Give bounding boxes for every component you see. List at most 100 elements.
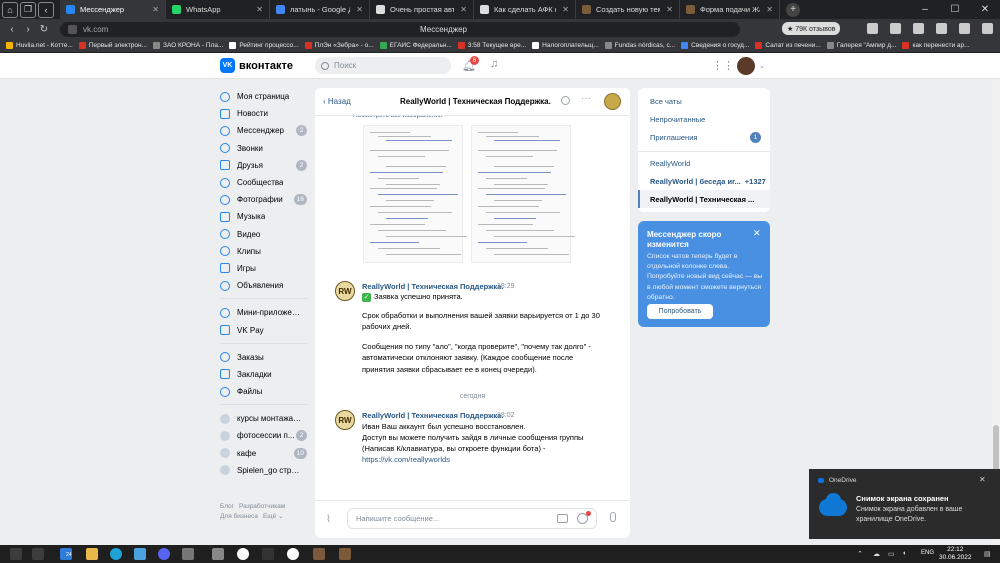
apps-grid-icon[interactable]: ⋮⋮ (712, 59, 734, 72)
nav-item[interactable]: Музыка (220, 208, 310, 225)
browser-tab[interactable]: WhatsApp ✕ (166, 0, 270, 19)
language-indicator[interactable]: ENG (921, 550, 934, 556)
browser-tab[interactable]: Очень простая автомати✕ (370, 0, 474, 19)
onedrive-tray-icon[interactable]: ☁ (873, 550, 880, 558)
bookmark-item[interactable]: Налогоплательщ... (532, 42, 599, 49)
filter-unread[interactable]: Непрочитанные (638, 110, 770, 128)
chevron-down-icon[interactable]: ⌄ (759, 62, 765, 70)
clock[interactable]: 22:12 30.06.2022 (939, 546, 972, 562)
yandex-browser-icon[interactable] (237, 548, 249, 560)
message-avatar[interactable]: RW (335, 410, 355, 430)
bookmark-item[interactable]: ЗАО КРОНА - Пла... (153, 42, 223, 49)
app-icon[interactable] (182, 548, 194, 560)
notifications-icon[interactable]: ▤ (984, 550, 991, 558)
nav-group-item[interactable]: кафе 10 (220, 445, 310, 462)
window-icon[interactable]: ⌂ (2, 1, 18, 18)
nav-item[interactable]: Объявления (220, 277, 310, 294)
browser-tab[interactable]: Форма подачи Жалобы н✕ (680, 0, 780, 19)
chat-title[interactable]: ReallyWorld | Техническая Поддержка. (400, 97, 551, 106)
bookmark-item[interactable]: Рейтинг процессо... (229, 42, 299, 49)
try-button[interactable]: Попробовать (647, 304, 713, 319)
app-icon[interactable] (134, 548, 146, 560)
browser-tab[interactable]: Мессенджер ✕ (60, 0, 166, 19)
chat-avatar[interactable] (604, 93, 621, 110)
new-tab-button[interactable]: + (786, 2, 800, 17)
nav-group-item[interactable]: Spielen_go стрим... (220, 462, 310, 479)
close-tab-icon[interactable]: ✕ (454, 5, 467, 14)
reviews-badge[interactable]: ★ 79К отзывов (782, 22, 841, 35)
yandex-browser-icon[interactable] (287, 548, 299, 560)
extension-icon[interactable] (936, 23, 947, 34)
bookmark-item[interactable]: ПлЭн «Зебра» - о... (304, 42, 374, 49)
back-icon[interactable]: ‹ (38, 1, 54, 18)
footer-link-more[interactable]: Ещё ⌄ (263, 513, 284, 520)
reload-icon[interactable]: ↻ (36, 24, 52, 35)
search-icon[interactable] (561, 96, 570, 105)
document-image-attachment[interactable] (363, 125, 575, 265)
onedrive-toast[interactable]: OneDrive ✕ Снимок экрана сохранен Снимок… (809, 469, 1000, 539)
nav-item[interactable]: Моя страница (220, 88, 310, 105)
nav-item[interactable]: Видео (220, 226, 310, 243)
nav-item[interactable]: Закладки (220, 366, 310, 383)
forward-arrow-icon[interactable]: › (20, 24, 36, 35)
more-icon[interactable]: ··· (581, 93, 591, 104)
bookmark-item[interactable]: Huvila.net - Котте... (6, 42, 73, 49)
close-icon[interactable]: ✕ (753, 228, 761, 239)
nav-item[interactable]: Фотографии 16 (220, 191, 310, 208)
browser-tab[interactable]: латынь - Google Докумен✕ (270, 0, 370, 19)
nav-item[interactable]: Клипы (220, 243, 310, 260)
maximize-icon[interactable]: ☐ (940, 4, 970, 15)
message-time[interactable]: 18:02 (497, 412, 515, 419)
nav-item[interactable]: Сообщества (220, 174, 310, 191)
convo-item[interactable]: ReallyWorld (638, 154, 770, 172)
extension-icon[interactable] (867, 23, 878, 34)
close-tab-icon[interactable]: ✕ (350, 5, 363, 14)
vk-search-input[interactable]: Поиск (315, 57, 451, 74)
nav-item[interactable]: Мини-приложения (220, 304, 310, 321)
message-author[interactable]: ReallyWorld | Техническая Поддержка. (362, 282, 503, 291)
nav-group-item[interactable]: фотосессии п... 2 (220, 427, 310, 444)
back-arrow-icon[interactable]: ‹ (4, 24, 20, 35)
attach-icon[interactable]: ⌇ (326, 514, 331, 525)
bookmark-item[interactable]: Первый электрон... (78, 42, 147, 49)
nav-item[interactable]: Звонки (220, 140, 310, 157)
footer-link-business[interactable]: Для бизнеса (220, 513, 258, 520)
nav-item[interactable]: Игры (220, 260, 310, 277)
filter-all-chats[interactable]: Все чаты (638, 92, 770, 110)
nav-item[interactable]: Файлы (220, 383, 310, 400)
nav-item[interactable]: Новости (220, 105, 310, 122)
convo-item[interactable]: ReallyWorld | беседа иг... +1327 (638, 172, 770, 190)
camera-icon[interactable] (557, 514, 568, 523)
tabs-overview-icon[interactable]: ❐ (20, 1, 36, 18)
chevron-up-icon[interactable]: ⌃ (857, 550, 863, 558)
task-view-icon[interactable] (32, 548, 44, 560)
back-button[interactable]: ‹ Назад (323, 97, 351, 106)
extension-icon[interactable] (890, 23, 901, 34)
footer-link-devs[interactable]: Разработчикам (239, 503, 285, 510)
close-tab-icon[interactable]: ✕ (760, 5, 773, 14)
browser-tab[interactable]: Создать новую тему - Re✕ (576, 0, 680, 19)
app-icon[interactable] (262, 548, 274, 560)
nav-group-item[interactable]: курсы монтажа о ... (220, 410, 310, 427)
settings-icon[interactable] (212, 548, 224, 560)
message-avatar[interactable]: RW (335, 281, 355, 301)
close-window-icon[interactable]: ✕ (970, 4, 1000, 15)
bookmark-item[interactable]: Fundas nórdicas, c... (604, 42, 675, 49)
vk-logo[interactable]: VK вконтакте (220, 58, 293, 73)
file-explorer-icon[interactable] (86, 548, 98, 560)
bookmark-item[interactable]: как перенести ар... (902, 42, 970, 49)
filter-invites[interactable]: Приглашения 1 (638, 128, 770, 146)
close-tab-icon[interactable]: ✕ (146, 5, 159, 14)
scrollbar-thumb[interactable] (993, 425, 999, 475)
bookmark-item[interactable]: ЕГАИС Федеральн... (379, 42, 452, 49)
footer-link-blog[interactable]: Блог (220, 503, 234, 510)
close-tab-icon[interactable]: ✕ (660, 5, 673, 14)
minecraft-icon[interactable] (339, 548, 351, 560)
bookmark-item[interactable]: Сведения о госуд... (681, 42, 749, 49)
convo-item-selected[interactable]: ReallyWorld | Техническая ... (638, 190, 770, 208)
mic-icon[interactable] (610, 512, 616, 522)
group-link[interactable]: https://vk.com/reallyworlds (362, 455, 450, 464)
nav-item[interactable]: Друзья 2 (220, 157, 310, 174)
close-icon[interactable]: ✕ (979, 475, 986, 484)
minecraft-icon[interactable] (313, 548, 325, 560)
